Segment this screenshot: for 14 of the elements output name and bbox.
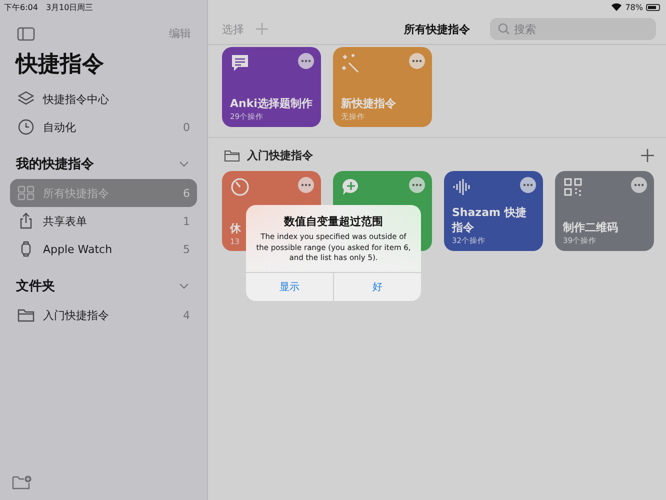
toolbar-title: 所有快捷指令 — [404, 22, 470, 36]
status-time: 下午6:04 — [4, 2, 38, 12]
status-date: 3月10日周三 — [46, 2, 94, 12]
section-title: 文件夹 — [16, 278, 55, 295]
card-title: 制作二维码 — [563, 220, 618, 235]
alert-title: 数值自变量超过范围 — [282, 214, 384, 229]
card-title: Anki选择题制作 — [230, 96, 312, 111]
card-title: 休 — [230, 222, 241, 236]
card-title: 新快捷指令 — [341, 96, 396, 111]
card-title: Shazam 快捷指令 — [452, 206, 528, 235]
folder-title: 入门快捷指令 — [247, 148, 314, 163]
sidebar-title: 快捷指令 — [14, 51, 105, 79]
battery-percent: 78% — [625, 2, 643, 12]
section-title: 我的快捷指令 — [16, 156, 94, 173]
